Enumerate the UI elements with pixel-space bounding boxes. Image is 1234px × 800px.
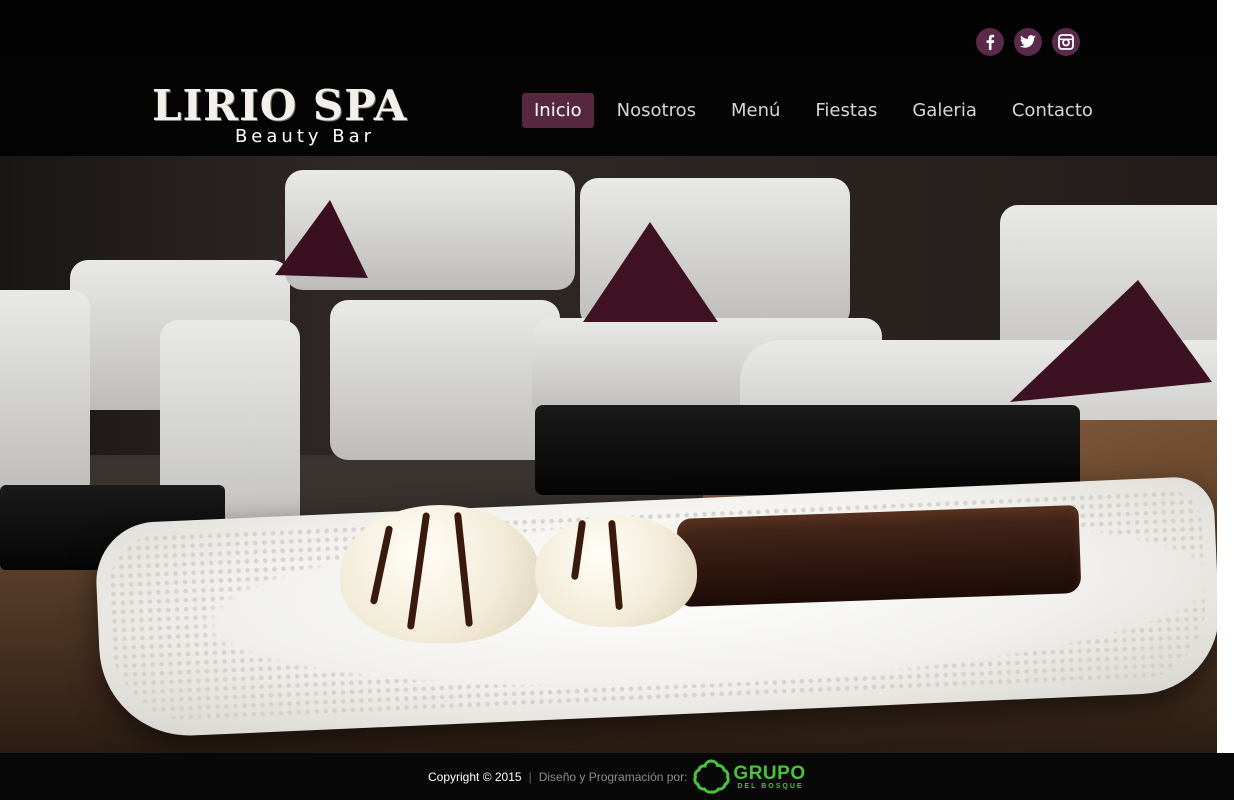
copyright-text: Copyright © 2015: [428, 769, 522, 784]
hero-black-tray: [535, 405, 1080, 495]
credit-text: Diseño y Programación por:: [538, 769, 688, 784]
hero-ice-cream: [340, 505, 540, 643]
logo-title: LIRIO SPA: [152, 81, 408, 130]
nav-item-contacto[interactable]: Contacto: [1000, 93, 1105, 128]
company-name-main: GRUPO: [733, 762, 806, 784]
company-name-sub: DEL BOSQUE: [737, 782, 804, 790]
instagram-icon: [1058, 34, 1074, 50]
header-bar: LIRIO SPA Beauty Bar Inicio Nosotros Men…: [0, 0, 1217, 156]
facebook-link[interactable]: [976, 28, 1004, 56]
twitter-icon: [1020, 35, 1036, 48]
nav-item-menu[interactable]: Menú: [719, 93, 792, 128]
twitter-link[interactable]: [1014, 28, 1042, 56]
nav-item-galeria[interactable]: Galeria: [900, 93, 989, 128]
footer: Copyright © 2015 | Diseño y Programación…: [0, 753, 1234, 800]
facebook-icon: [986, 34, 995, 50]
page-edge: [1217, 0, 1234, 753]
main-nav: Inicio Nosotros Menú Fiestas Galeria Con…: [522, 93, 1116, 128]
footer-row: Copyright © 2015 | Diseño y Programación…: [428, 753, 806, 800]
nav-item-nosotros[interactable]: Nosotros: [605, 93, 708, 128]
footer-separator: |: [528, 769, 532, 784]
social-links: [976, 28, 1080, 56]
hero-brownie: [676, 505, 1082, 607]
tree-icon: [693, 758, 731, 794]
site-logo[interactable]: LIRIO SPA Beauty Bar: [152, 81, 432, 148]
nav-item-inicio[interactable]: Inicio: [522, 93, 594, 128]
nav-item-fiestas[interactable]: Fiestas: [803, 93, 889, 128]
company-logo-link[interactable]: GRUPO DEL BOSQUE: [691, 757, 805, 797]
company-name: GRUPO DEL BOSQUE: [733, 764, 805, 790]
instagram-link[interactable]: [1052, 28, 1080, 56]
